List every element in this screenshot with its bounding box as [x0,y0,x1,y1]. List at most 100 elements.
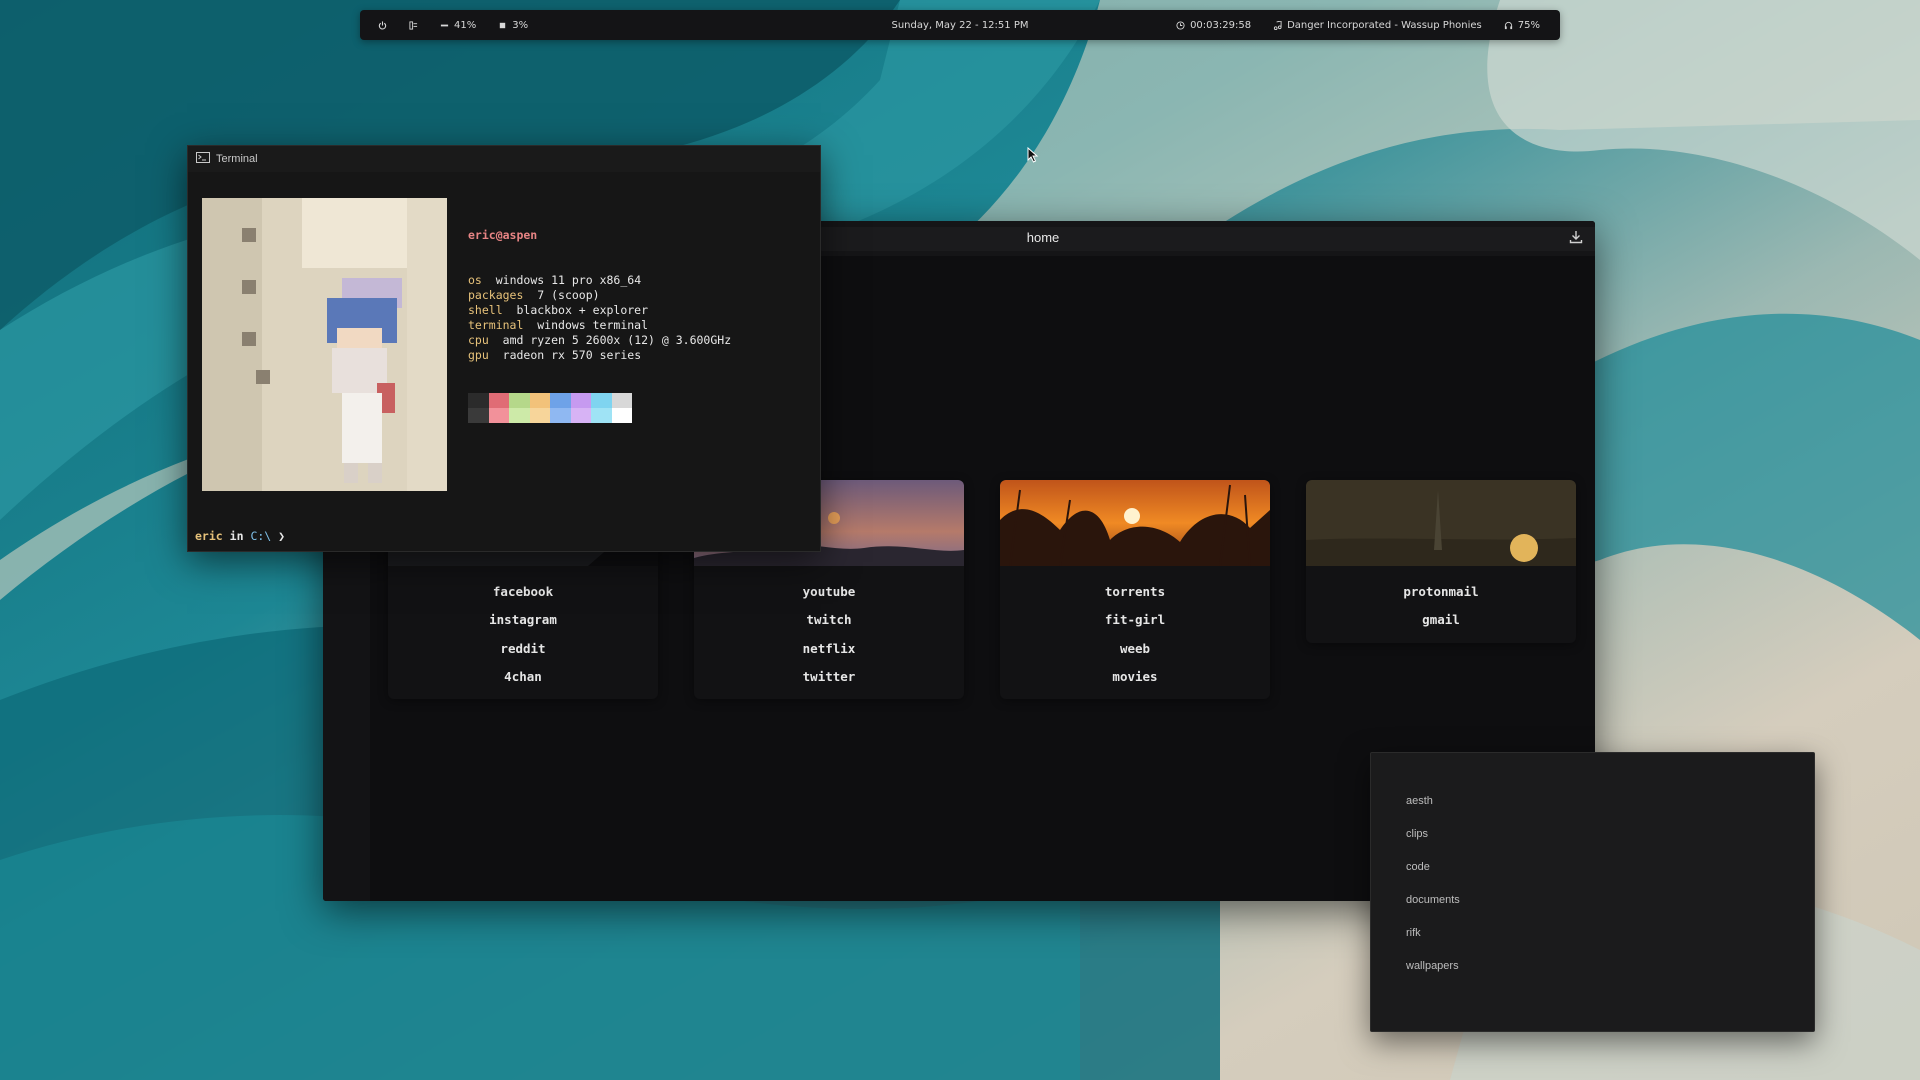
palette-swatch [509,393,530,408]
palette-swatch [591,408,612,423]
link-4chan[interactable]: 4chan [388,663,658,691]
folder-list: aesth clips code documents rifk wallpape… [1371,753,1814,991]
terminal-title: Terminal [216,153,258,165]
link-gmail[interactable]: gmail [1306,606,1576,634]
folder-item-aesth[interactable]: aesth [1406,793,1814,826]
link-reddit[interactable]: reddit [388,635,658,663]
palette-swatch [611,393,632,408]
info-value: amd ryzen 5 2600x (12) @ 3.600GHz [502,333,732,347]
palette-swatch [509,408,530,423]
palette-swatch [529,393,550,408]
prompt-path: C:\ [250,529,272,543]
ram-icon [498,21,507,30]
prompt-in: in [229,529,244,543]
info-row-gpu: gpu radeon rx 570 series [468,348,731,363]
prompt-user: eric [195,529,223,543]
link-weeb[interactable]: weeb [1000,635,1270,663]
terminal-titlebar[interactable]: Terminal [188,146,820,172]
ram-value: 3% [512,19,529,31]
uptime-indicator: 00:03:29:58 [1176,20,1251,31]
download-icon [1569,229,1583,248]
link-instagram[interactable]: instagram [388,606,658,634]
info-key: packages [468,288,524,302]
ram-indicator: 3% [498,20,528,31]
palette-swatch [570,408,591,423]
headphones-icon [1504,21,1513,30]
palette-swatch [488,393,509,408]
folder-item-clips[interactable]: clips [1406,826,1814,859]
desktop: 41% 3% Sunday, May 22 - 12:51 PM 00:03:2… [0,0,1920,1080]
link-protonmail[interactable]: protonmail [1306,578,1576,606]
info-key: os [468,273,482,287]
palette-swatch [611,408,632,423]
url-bar[interactable] [819,227,1595,251]
link-youtube[interactable]: youtube [694,578,964,606]
folder-item-code[interactable]: code [1406,859,1814,892]
volume-control[interactable]: 75% [1504,20,1540,31]
info-value: radeon rx 570 series [502,348,642,362]
info-key: cpu [468,333,489,347]
url-text[interactable]: home [943,230,1143,245]
link-movies[interactable]: movies [1000,663,1270,691]
pixel-art-avatar [202,198,447,491]
mouse-cursor-icon [1027,147,1039,163]
card-thumbnail [1000,480,1270,566]
link-twitch[interactable]: twitch [694,606,964,634]
power-icon [378,20,387,30]
palette-swatch [468,408,489,423]
layout-button[interactable] [409,20,418,30]
download-button[interactable] [1565,227,1587,249]
volume-value: 75% [1517,19,1540,31]
info-key: terminal [468,318,524,332]
terminal-icon [196,152,210,166]
cpu-icon [440,21,449,30]
palette-swatch [468,393,489,408]
folder-item-wallpapers[interactable]: wallpapers [1406,958,1814,991]
info-row-shell: shell blackbox + explorer [468,303,731,318]
link-fit-girl[interactable]: fit-girl [1000,606,1270,634]
info-value: windows terminal [537,318,649,332]
folder-item-documents[interactable]: documents [1406,892,1814,925]
info-value: windows 11 pro x86_64 [495,273,642,287]
clock-icon [1176,20,1185,30]
folder-item-rifk[interactable]: rifk [1406,925,1814,958]
card-thumbnail [1306,480,1576,566]
terminal-window: Terminal eric@aspen os windows 11 pro x8… [187,145,821,552]
topbar-right-group: 00:03:29:58 Danger Incorporated - Wassup… [1176,10,1540,40]
top-status-bar: 41% 3% Sunday, May 22 - 12:51 PM 00:03:2… [360,10,1560,40]
info-row-os: os windows 11 pro x86_64 [468,273,731,288]
terminal-prompt[interactable]: eric in C:\ ❯ [195,529,285,543]
color-palette [468,393,632,423]
layout-icon [409,20,418,30]
info-value: blackbox + explorer [516,303,649,317]
link-twitter[interactable]: twitter [694,663,964,691]
power-button[interactable] [378,20,387,30]
bookmark-card-mail: protonmail gmail [1306,480,1576,643]
music-note-icon [1273,20,1282,30]
terminal-user-host: eric@aspen [468,228,538,242]
folder-panel: aesth clips code documents rifk wallpape… [1370,752,1815,1032]
link-torrents[interactable]: torrents [1000,578,1270,606]
palette-swatch [529,408,550,423]
link-facebook[interactable]: facebook [388,578,658,606]
link-netflix[interactable]: netflix [694,635,964,663]
info-row-packages: packages 7 (scoop) [468,288,731,303]
palette-swatch [550,393,571,408]
info-row-cpu: cpu amd ryzen 5 2600x (12) @ 3.600GHz [468,333,731,348]
datetime: Sunday, May 22 - 12:51 PM [891,19,1029,31]
cpu-value: 41% [454,19,477,31]
info-key: gpu [468,348,489,362]
palette-swatch [591,393,612,408]
system-info-list: os windows 11 pro x86_64 packages 7 (sco… [468,273,731,363]
palette-swatch [550,408,571,423]
now-playing[interactable]: Danger Incorporated - Wassup Phonies [1273,20,1482,31]
bookmark-card-downloads: torrents fit-girl weeb movies [1000,480,1270,700]
now-playing-title: Danger Incorporated - Wassup Phonies [1287,19,1482,31]
info-key: shell [468,303,503,317]
cpu-indicator: 41% [440,20,476,31]
palette-swatch [570,393,591,408]
info-row-terminal: terminal windows terminal [468,318,731,333]
topbar-left-group: 41% 3% [378,10,528,40]
info-value: 7 (scoop) [537,288,600,302]
prompt-symbol: ❯ [278,529,286,543]
